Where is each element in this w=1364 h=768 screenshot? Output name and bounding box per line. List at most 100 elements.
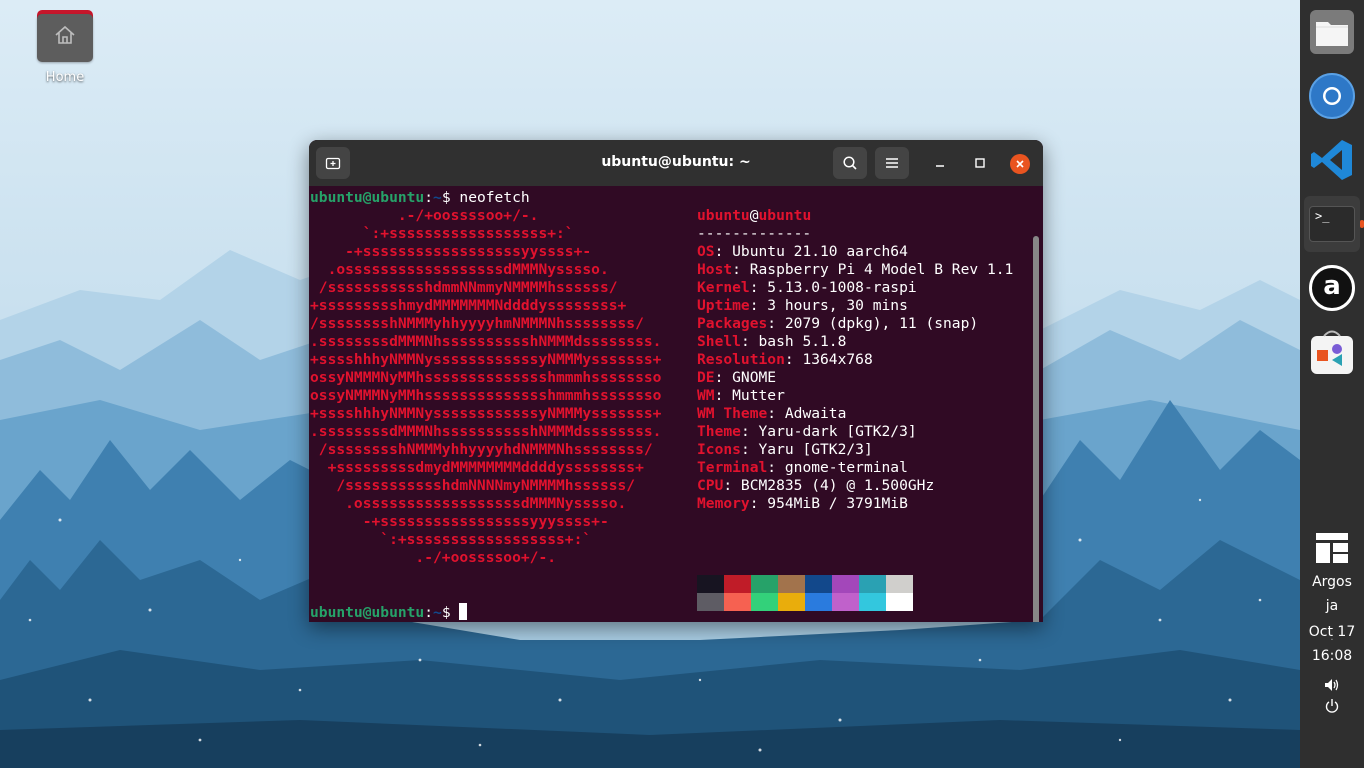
desktop-home-shortcut[interactable]: Home [30,8,100,85]
search-icon [843,156,857,170]
info-username: ubuntu [697,207,750,224]
palette-swatch [751,575,778,593]
prompt-symbol-2: $ [441,604,451,621]
palette-swatch [886,575,913,593]
maximize-icon [975,158,985,168]
info-row: Memory: 954MiB / 3791MiB [697,495,908,513]
palette-swatch [859,575,886,593]
vscode-icon [1311,140,1352,180]
logo-line: /ssssssssssshdmNNNNmyNMMMMhssssss/ [310,477,636,494]
logo-line: -+sssssssssssssssssyyyssss+- [310,513,609,530]
palette-swatch [832,593,859,611]
info-value: : 2079 (dpkg), 11 (snap) [767,315,979,332]
info-key: DE [697,369,715,386]
info-key: Theme [697,423,741,440]
info-key: Terminal [697,459,768,476]
logo-line: +ssssssssshmydMMMMMMMNddddyssssssss+ [310,297,627,314]
prompt-line[interactable]: ubuntu@ubuntu:~$ [310,603,468,621]
logo-line: .ossssssssssssssssssdMMMNysssso. [310,261,609,278]
hamburger-menu-icon [886,158,898,168]
info-row: Uptime: 3 hours, 30 mins [697,297,908,315]
info-value: : BCM2835 (4) @ 1.500GHz [723,477,935,494]
scrollbar[interactable] [1033,236,1039,622]
info-title: ubuntu@ubuntu [697,207,811,225]
prompt-symbol: $ [441,189,451,206]
palette-swatch [724,575,751,593]
info-value: : 1364x768 [784,351,873,368]
info-row: Icons: Yaru [GTK2/3] [697,441,873,459]
info-at: @ [749,207,759,224]
palette-swatch [778,593,805,611]
dock-chromium[interactable] [1304,68,1360,124]
maximize-button[interactable] [969,152,991,174]
close-button[interactable] [1010,154,1030,174]
new-tab-button[interactable] [316,147,350,179]
info-key: Resolution [697,351,785,368]
files-icon [1310,10,1354,54]
dock: >_ a Argos ja Oct 17 · 16:08 [1300,0,1364,768]
volume-icon [1325,679,1339,691]
info-row: CPU: BCM2835 (4) @ 1.500GHz [697,477,934,495]
logo-line: +sssshhhyNMMNyssssssssssssyNMMMysssssss+ [310,405,662,422]
running-indicator [1360,220,1364,228]
palette-swatch [697,575,724,593]
info-row: DE: GNOME [697,369,776,387]
info-key: WM [697,387,715,404]
prompt-path-2: ~ [433,604,442,621]
info-row: WM Theme: Adwaita [697,405,846,423]
amazon-icon: a [1309,265,1355,311]
info-row: WM: Mutter [697,387,785,405]
info-value: : Raspberry Pi 4 Model B Rev 1.1 [732,261,1014,278]
minimize-icon [936,165,944,167]
info-value: : 954MiB / 3791MiB [749,495,908,512]
logo-line: +sssshhhyNMMNyssssssssssssyNMMMysssssss+ [310,351,662,368]
logo-line: `:+ssssssssssssssssss+:` [310,225,574,242]
info-separator: ------------- [697,225,812,242]
info-row: Kernel: 5.13.0-1008-raspi [697,279,917,297]
dock-vscode[interactable] [1304,132,1360,188]
volume-button[interactable] [1300,678,1364,696]
logo-line: +sssssssssdmydMMMMMMMMddddyssssssss+ [310,459,644,476]
home-label: Home [45,70,85,85]
logo-line: .-/+oossssoo+/-. [310,549,557,566]
search-button[interactable] [833,147,867,179]
info-value: : Mutter [714,387,785,404]
logo-line: `:+ssssssssssssssssss+:` [310,531,592,548]
info-row: Shell: bash 5.1.8 [697,333,846,351]
argos-widget[interactable]: Argos ja Oct 17 · 16:08 [1300,532,1364,718]
prompt-colon: : [424,189,434,206]
dock-terminal[interactable]: >_ [1304,196,1364,252]
color-palette [697,575,913,611]
prompt-user: ubuntu@ubuntu [310,189,425,206]
clock-time[interactable]: 16:08 [1300,648,1364,664]
palette-swatch [886,593,913,611]
info-row: Terminal: gnome-terminal [697,459,908,477]
info-key: WM Theme [697,405,768,422]
info-key: Packages [697,315,768,332]
minimize-button[interactable] [929,152,951,174]
dock-app-center[interactable] [1304,324,1360,380]
info-key: Uptime [697,297,750,314]
desktop: Home ubuntu@ubuntu: ~ ubuntu@ubuntu:~$ n… [0,0,1364,768]
titlebar[interactable]: ubuntu@ubuntu: ~ [309,140,1043,186]
terminal-output[interactable]: ubuntu@ubuntu:~$ neofetch .-/+oossssoo+/… [309,186,1043,622]
palette-swatch [805,593,832,611]
info-value: : Yaru [GTK2/3] [740,441,873,458]
info-value: : Ubuntu 21.10 aarch64 [714,243,908,260]
menu-button[interactable] [875,147,909,179]
dock-amazon[interactable]: a [1304,260,1360,316]
info-key: Shell [697,333,741,350]
input-method-label[interactable]: ja [1300,598,1364,614]
info-hostname: ubuntu [758,207,812,224]
info-value: : gnome-terminal [767,459,908,476]
info-value: : Adwaita [767,405,847,422]
info-row: Packages: 2079 (dpkg), 11 (snap) [697,315,978,333]
info-value: : GNOME [714,369,777,386]
info-key: Host [697,261,733,278]
home-folder-icon [37,8,93,62]
power-button[interactable] [1300,698,1364,718]
dock-files[interactable] [1304,4,1360,60]
logo-line: /sssssssshNMMMyhhyyyyhmNMMMNhssssssss/ [310,315,644,332]
palette-swatch [778,575,805,593]
terminal-window[interactable]: ubuntu@ubuntu: ~ ubuntu@ubuntu:~$ neofet… [309,140,1043,622]
